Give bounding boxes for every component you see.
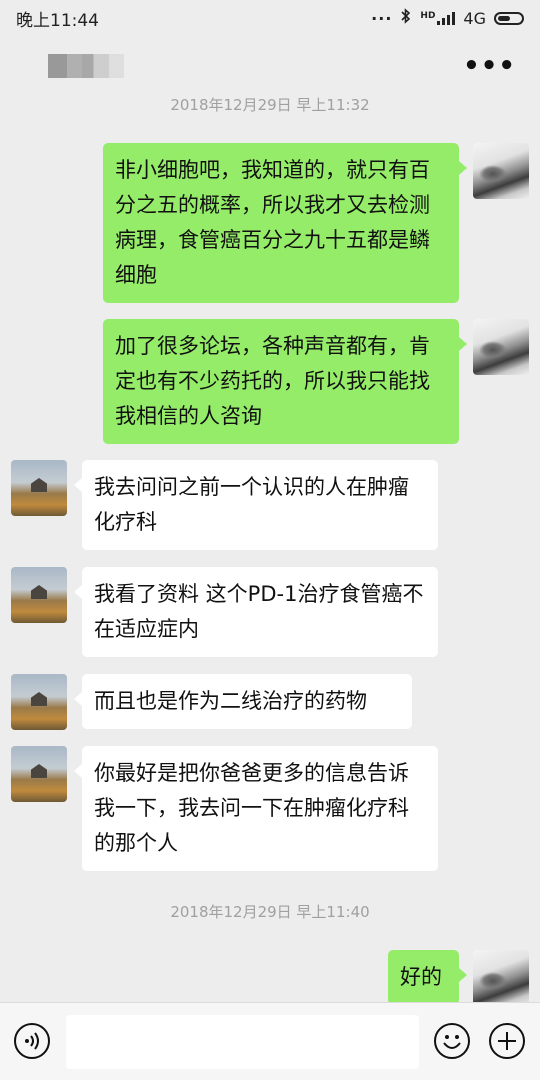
incoming-message[interactable]: 我去问问之前一个认识的人在肿瘤化疗科 xyxy=(74,460,438,550)
outgoing-message[interactable]: 好的 xyxy=(388,950,467,1005)
message-text: 加了很多论坛，各种声音都有，肯定也有不少药托的，所以我只能找我相信的人咨询 xyxy=(115,334,430,428)
chat-header: ••• xyxy=(0,36,540,96)
message-text: 非小细胞吧，我知道的，就只有百分之五的概率，所以我才又去检测病理，食管癌百分之九… xyxy=(115,158,430,287)
message-text: 我看了资料 这个PD-1治疗食管癌不在适应症内 xyxy=(94,582,424,641)
status-time: 晚上11:44 xyxy=(16,10,99,31)
network-type: 4G xyxy=(463,8,486,28)
contact-avatar[interactable] xyxy=(11,567,67,623)
message-text: 好的 xyxy=(400,965,442,989)
hd-label: HD xyxy=(420,11,436,21)
contact-name-blurred xyxy=(48,54,124,78)
more-options-button[interactable]: ••• xyxy=(463,53,516,79)
message-text: 你最好是把你爸爸更多的信息告诉我一下，我去问一下在肿瘤化疗科的那个人 xyxy=(94,761,409,855)
plus-icon xyxy=(498,1032,516,1050)
status-bar: 晚上11:44 ··· HD 4G xyxy=(0,0,540,36)
contact-avatar[interactable] xyxy=(11,460,67,516)
emoji-button[interactable] xyxy=(434,1023,470,1059)
message-timestamp: 2018年12月29日 早上11:32 xyxy=(170,96,370,114)
bluetooth-icon xyxy=(400,8,412,28)
signal-bars-icon xyxy=(437,11,456,25)
status-icons: ··· HD 4G xyxy=(371,8,524,28)
message-input[interactable] xyxy=(66,1015,419,1069)
more-functions-button[interactable] xyxy=(489,1023,525,1059)
hd-signal-icon: HD xyxy=(420,11,456,25)
incoming-message[interactable]: 我看了资料 这个PD-1治疗食管癌不在适应症内 xyxy=(74,567,438,657)
message-timestamp: 2018年12月29日 早上11:40 xyxy=(170,903,370,921)
self-avatar[interactable] xyxy=(473,950,529,1006)
battery-icon xyxy=(494,11,524,25)
outgoing-message[interactable]: 加了很多论坛，各种声音都有，肯定也有不少药托的，所以我只能找我相信的人咨询 xyxy=(103,319,467,444)
emoji-icon xyxy=(443,1035,461,1049)
incoming-message[interactable]: 你最好是把你爸爸更多的信息告诉我一下，我去问一下在肿瘤化疗科的那个人 xyxy=(74,746,438,871)
message-text: 而且也是作为二线治疗的药物 xyxy=(94,689,367,713)
voice-input-button[interactable] xyxy=(14,1023,50,1059)
contact-avatar[interactable] xyxy=(11,674,67,730)
notification-dots-icon: ··· xyxy=(371,8,393,28)
incoming-message[interactable]: 而且也是作为二线治疗的药物 xyxy=(74,674,412,729)
message-input-bar xyxy=(0,1002,540,1080)
message-text: 我去问问之前一个认识的人在肿瘤化疗科 xyxy=(94,475,409,534)
self-avatar[interactable] xyxy=(473,143,529,199)
outgoing-message[interactable]: 非小细胞吧，我知道的，就只有百分之五的概率，所以我才又去检测病理，食管癌百分之九… xyxy=(103,143,467,303)
contact-avatar[interactable] xyxy=(11,746,67,802)
self-avatar[interactable] xyxy=(473,319,529,375)
voice-icon xyxy=(25,1032,39,1050)
